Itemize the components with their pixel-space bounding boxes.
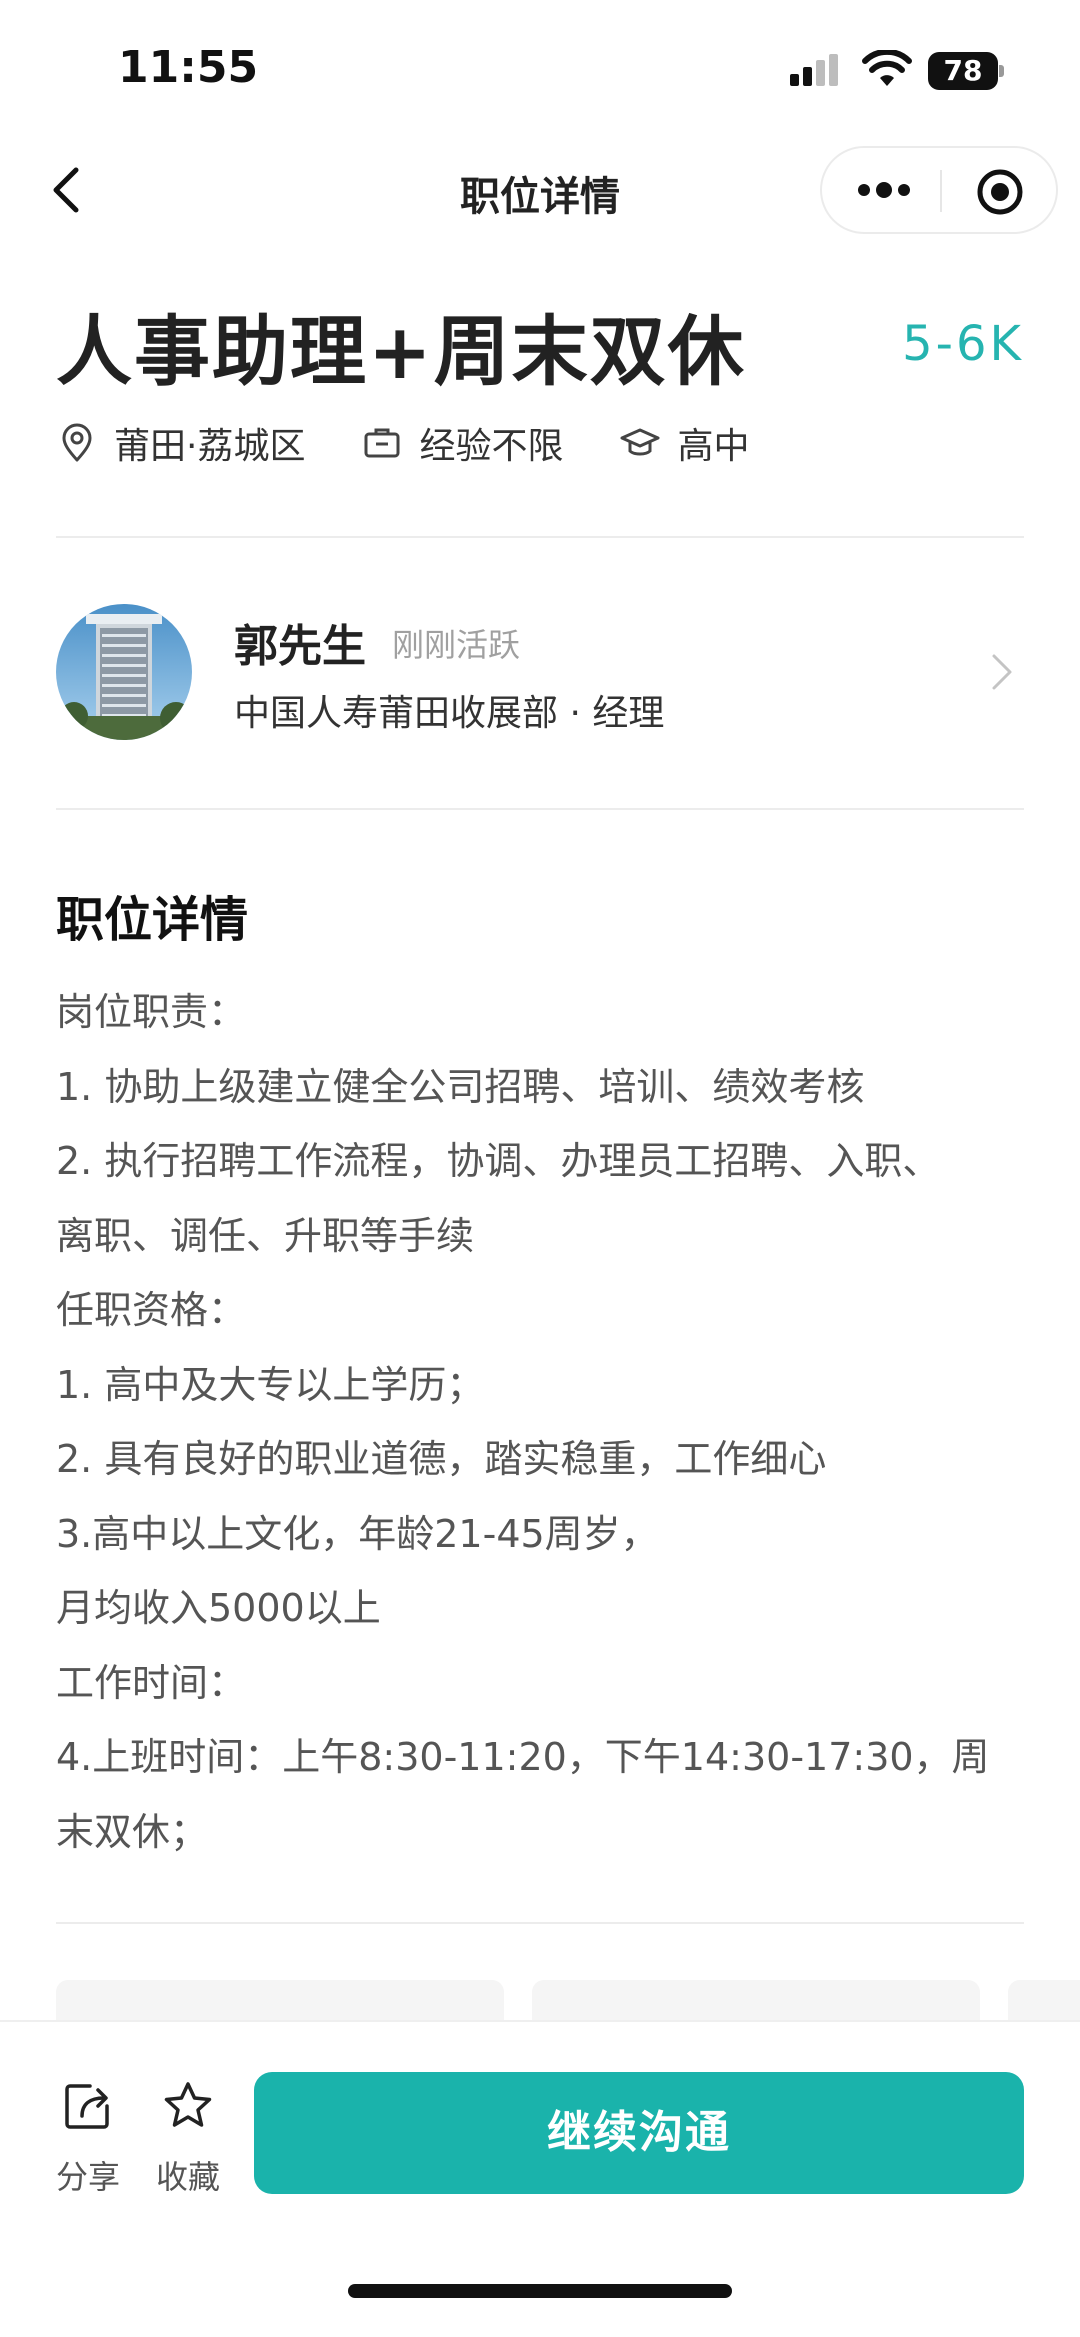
share-label: 分享	[55, 2158, 120, 2196]
location-tag: 莆田·荔城区	[56, 417, 305, 469]
divider	[56, 808, 1024, 810]
job-description: 岗位职责： 1. 协助上级建立健全公司招聘、培训、绩效考核 2. 执行招聘工作流…	[56, 975, 1036, 1869]
favorite-button[interactable]: 收藏	[148, 2078, 228, 2198]
description-line: 任职资格：	[56, 1288, 247, 1332]
wifi-icon	[862, 50, 912, 86]
continue-chat-button[interactable]: 继续沟通	[254, 2072, 1024, 2194]
description-line: 岗位职责：	[56, 990, 247, 1034]
chevron-right-icon	[992, 654, 1012, 690]
location-pin-icon	[62, 423, 92, 462]
related-card[interactable]	[56, 1980, 504, 2024]
home-indicator	[348, 2284, 732, 2298]
location-text: 莆田·荔城区	[114, 426, 306, 467]
description-line: 2. 具有良好的职业道德，踏实稳重，工作细心	[56, 1437, 827, 1481]
job-title: 人事助理+周末双休	[56, 307, 746, 396]
briefcase-icon	[364, 428, 400, 458]
close-target-icon[interactable]	[976, 168, 1024, 216]
mini-program-capsule	[820, 146, 1058, 234]
education-tag: 高中	[619, 417, 749, 469]
capsule-divider	[940, 170, 942, 212]
more-icon[interactable]	[854, 170, 914, 210]
description-line: 2. 执行招聘工作流程，协调、办理员工招聘、入职、	[56, 1139, 941, 1183]
description-line: 离职、调任、升职等手续	[56, 1213, 475, 1258]
cellular-signal-icon	[790, 54, 838, 86]
salary: 5-6K	[902, 316, 1024, 372]
education-text: 高中	[677, 426, 750, 467]
recruiter-company: 中国人寿莆田收展部 · 经理	[234, 693, 665, 734]
share-button[interactable]: 分享	[48, 2078, 128, 2198]
favorite-label: 收藏	[155, 2158, 220, 2196]
section-title: 职位详情	[56, 892, 249, 948]
navigation-bar: 职位详情	[0, 140, 1080, 240]
related-card[interactable]	[1008, 1980, 1080, 2024]
battery-icon: 78	[928, 52, 1004, 90]
description-line: 工作时间：	[56, 1660, 247, 1705]
description-line: 末双休；	[56, 1809, 209, 1854]
share-icon	[65, 2084, 109, 2129]
description-line: 1. 协助上级建立健全公司招聘、培训、绩效考核	[56, 1064, 865, 1109]
graduation-cap-icon	[620, 428, 660, 456]
star-icon	[164, 2082, 212, 2127]
recruiter-card[interactable]: 郭先生 刚刚活跃 中国人寿莆田收展部 · 经理	[56, 600, 1024, 750]
related-cards	[56, 1980, 1080, 2024]
avatar	[56, 604, 192, 740]
status-time: 11:55	[118, 42, 259, 93]
description-line: 1. 高中及大专以上学历；	[56, 1362, 485, 1407]
related-card[interactable]	[532, 1980, 980, 2024]
experience-text: 经验不限	[419, 426, 564, 467]
experience-tag: 经验不限	[361, 417, 563, 469]
recruiter-status: 刚刚活跃	[392, 626, 521, 664]
divider	[56, 536, 1024, 538]
status-bar: 11:55 78	[0, 0, 1080, 140]
description-line: 3.高中以上文化，年龄21-45周岁，	[56, 1511, 659, 1556]
divider	[56, 1922, 1024, 1924]
battery-level: 78	[928, 52, 998, 90]
description-line: 月均收入5000以上	[56, 1586, 381, 1630]
recruiter-name: 郭先生	[234, 621, 366, 672]
job-tags: 莆田·荔城区 经验不限 高中	[56, 418, 805, 468]
description-line: 4.上班时间：上午8:30-11:20，下午14:30-17:30，周	[56, 1735, 990, 1779]
